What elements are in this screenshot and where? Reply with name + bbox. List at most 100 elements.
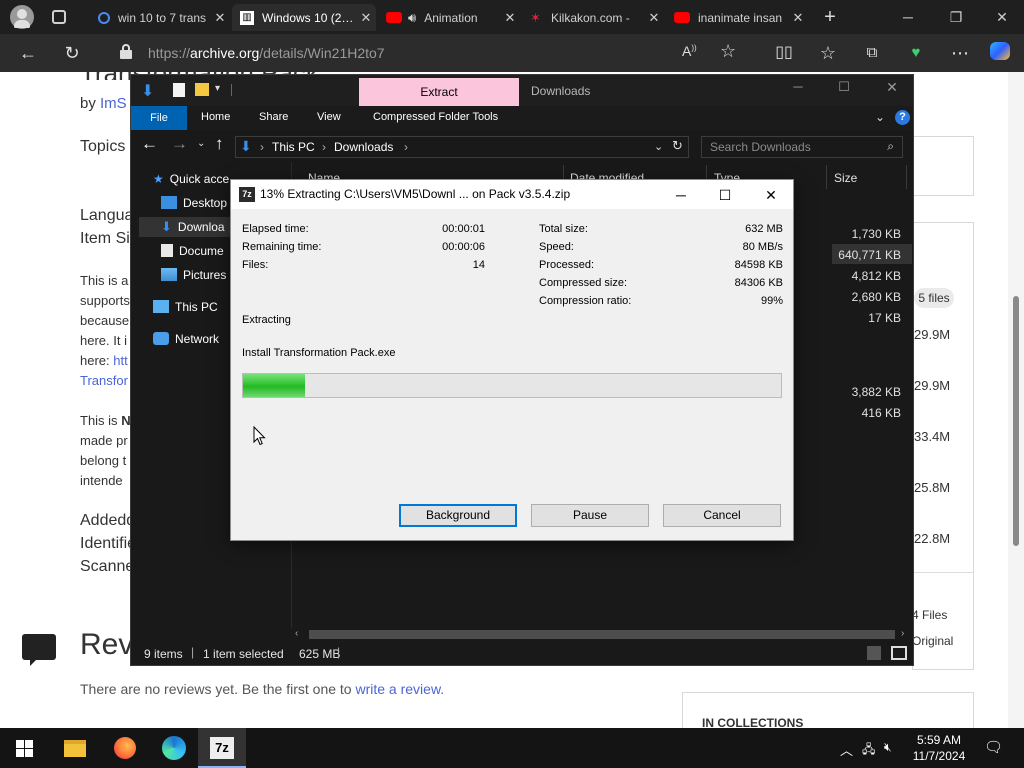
back-arrow-icon[interactable]: ← xyxy=(16,42,40,64)
taskbar-7zip[interactable]: 7z xyxy=(198,728,246,768)
tab-search[interactable]: win 10 to 7 trans ✕ xyxy=(90,4,230,31)
author-link[interactable]: ImS xyxy=(100,95,127,112)
new-folder-icon[interactable] xyxy=(195,83,209,96)
page-scrollbar[interactable] xyxy=(1008,72,1024,728)
sidebar-item-documents[interactable]: Docume xyxy=(161,241,224,261)
breadcrumb-separator: › xyxy=(260,140,264,154)
chevron-down-icon[interactable]: ⌄ xyxy=(654,140,663,153)
close-icon[interactable]: ✕ xyxy=(500,10,520,26)
sidebar-item-this-pc[interactable]: This PC xyxy=(153,297,218,317)
new-tab-button[interactable]: + xyxy=(818,5,842,29)
more-menu-icon[interactable]: ⋯ xyxy=(948,42,972,64)
write-review-link[interactable]: write a review. xyxy=(355,681,444,697)
pause-button[interactable]: Pause xyxy=(531,504,649,527)
breadcrumb-this-pc[interactable]: This PC xyxy=(272,140,315,154)
close-icon[interactable]: ✕ xyxy=(788,10,808,26)
ribbon-tab-view[interactable]: View xyxy=(317,111,341,123)
ribbon-tab-share[interactable]: Share xyxy=(259,111,288,123)
breadcrumb-downloads[interactable]: Downloads xyxy=(334,140,393,154)
tab-animation[interactable]: 🔊︎ Animation ✕ xyxy=(378,4,520,31)
recent-locations-icon[interactable]: ⌄ xyxy=(197,138,205,149)
tab-actions-icon[interactable] xyxy=(52,10,66,24)
browser-toolbar: ← ↻ https://archive.org/details/Win21H2t… xyxy=(0,34,1024,72)
refresh-icon[interactable]: ↻ xyxy=(672,138,683,154)
scrollbar-thumb[interactable] xyxy=(1013,296,1019,546)
split-screen-icon[interactable]: ▯▯ xyxy=(772,42,796,64)
taskbar-clock[interactable]: 5:59 AM 11/7/2024 xyxy=(904,732,974,764)
taskbar-firefox[interactable] xyxy=(100,728,148,768)
minimize-button[interactable]: ─ xyxy=(783,79,813,94)
sidebar-item-network[interactable]: Network xyxy=(153,329,219,349)
sidebar-item-quick-access[interactable]: ★ Quick acce xyxy=(153,169,229,189)
file-size: 2,680 KB xyxy=(851,290,901,304)
description-link[interactable]: htt xyxy=(113,353,127,368)
favorites-icon[interactable]: ☆ xyxy=(816,42,840,64)
notifications-icon[interactable]: 🗨︎ xyxy=(984,738,1003,756)
background-button[interactable]: Background xyxy=(399,504,517,527)
minimize-button[interactable]: ─ xyxy=(888,6,928,28)
close-icon[interactable]: ✕ xyxy=(210,10,230,26)
ribbon-tab-compressed-folder-tools[interactable]: Compressed Folder Tools xyxy=(373,111,498,123)
taskbar-file-explorer[interactable] xyxy=(50,728,98,768)
file-size: 640,771 KB xyxy=(838,248,901,262)
scrollbar-thumb[interactable] xyxy=(309,630,895,639)
explorer-address-bar[interactable]: ⬇ › This PC › Downloads › ⌄ ↻ xyxy=(235,136,689,158)
maximize-button[interactable]: ☐ xyxy=(829,79,859,95)
back-arrow-icon[interactable]: ← xyxy=(141,134,158,154)
close-icon[interactable]: ✕ xyxy=(644,10,664,26)
ribbon-expand-icon[interactable]: ⌄ xyxy=(875,110,885,124)
favorite-star-icon[interactable]: ☆ xyxy=(720,41,736,62)
large-icons-view-icon[interactable] xyxy=(891,646,907,660)
description-link[interactable]: Transfor xyxy=(80,373,128,388)
volume-muted-icon[interactable]: 🔇︎ xyxy=(884,740,892,755)
taskbar-edge[interactable] xyxy=(150,728,198,768)
file-size: 1,730 KB xyxy=(851,227,901,241)
help-icon[interactable]: ? xyxy=(895,110,910,125)
cancel-button[interactable]: Cancel xyxy=(663,504,781,527)
quick-access-dropdown-icon[interactable]: ▾ xyxy=(215,83,220,94)
copilot-icon[interactable] xyxy=(988,42,1012,64)
files-count-badge[interactable]: 5 files xyxy=(914,288,954,308)
maximize-button[interactable]: ☐ xyxy=(705,184,745,206)
horizontal-scrollbar[interactable]: ‹ › xyxy=(291,628,913,640)
close-button[interactable]: ✕ xyxy=(751,184,791,206)
scroll-left-icon[interactable]: ‹ xyxy=(295,628,298,639)
details-view-icon[interactable] xyxy=(867,646,881,660)
refresh-icon[interactable]: ↻ xyxy=(60,42,84,64)
network-status-icon[interactable]: 🖧︎ xyxy=(862,740,875,761)
extract-context-tab[interactable]: Extract xyxy=(359,78,519,106)
compression-ratio-label: Compression ratio: xyxy=(539,295,632,307)
show-hidden-icons-icon[interactable]: ︿ xyxy=(840,740,853,759)
forward-arrow-icon[interactable]: → xyxy=(171,134,188,154)
speaker-icon[interactable]: 🔊︎ xyxy=(408,10,416,26)
properties-icon[interactable] xyxy=(173,83,185,97)
column-header-size[interactable]: Size xyxy=(834,171,857,185)
performance-icon[interactable]: ♥ xyxy=(904,42,928,64)
tab-inanimate[interactable]: inanimate insan ✕ xyxy=(666,4,808,31)
sidebar-item-desktop[interactable]: Desktop xyxy=(161,193,227,213)
url-text: https://archive.org/details/Win21H2to7 xyxy=(148,45,385,61)
collections-icon[interactable]: ⧉ xyxy=(860,42,884,64)
address-bar[interactable]: https://archive.org/details/Win21H2to7 A… xyxy=(108,39,768,67)
ribbon-tab-file[interactable]: File xyxy=(131,106,187,130)
7zip-icon: 7z xyxy=(239,187,255,202)
minimize-button[interactable]: ─ xyxy=(661,184,701,206)
tab-archive[interactable]: ▥ Windows 10 (2… ✕ xyxy=(232,4,376,31)
close-icon[interactable]: ✕ xyxy=(356,10,376,26)
read-aloud-icon[interactable]: A)) xyxy=(682,43,697,59)
description-line: This is N xyxy=(80,413,131,428)
sidebar-item-pictures[interactable]: Pictures xyxy=(161,265,226,285)
explorer-search-input[interactable]: Search Downloads ⌕ xyxy=(701,136,903,158)
scroll-right-icon[interactable]: › xyxy=(901,628,904,639)
ribbon-tab-home[interactable]: Home xyxy=(201,111,230,123)
tab-kilkakon[interactable]: ✶ Kilkakon.com - ✕ xyxy=(522,4,664,31)
remaining-time-value: 00:00:06 xyxy=(442,241,485,253)
close-window-button[interactable]: ✕ xyxy=(982,6,1022,28)
close-window-button[interactable]: ✕ xyxy=(877,79,907,96)
start-button[interactable] xyxy=(0,728,48,768)
up-arrow-icon[interactable]: ↑ xyxy=(215,134,224,154)
column-separator xyxy=(906,165,907,189)
restore-button[interactable]: ❐ xyxy=(936,6,976,28)
profile-avatar[interactable] xyxy=(10,5,34,29)
current-file-name: Install Transformation Pack.exe xyxy=(242,347,396,359)
